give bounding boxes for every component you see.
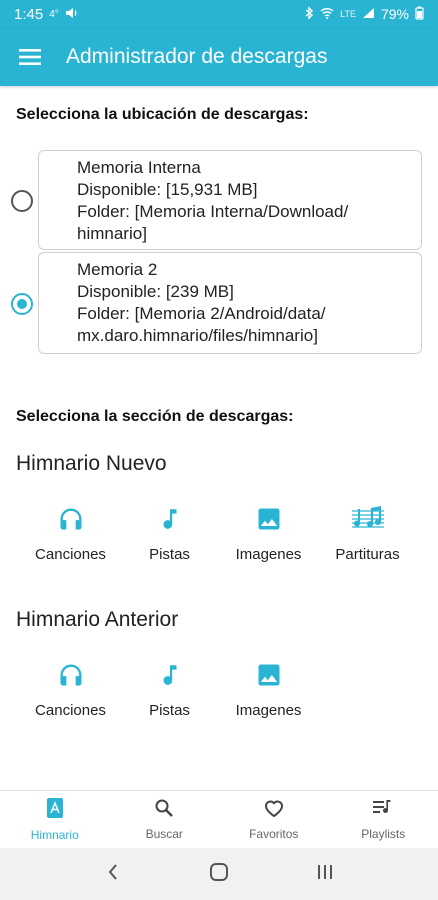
- music-note-icon: [153, 502, 187, 536]
- download-label: Canciones: [35, 546, 106, 563]
- headphones-icon: [54, 658, 88, 692]
- download-label: Imagenes: [235, 702, 302, 719]
- nav-favoritos[interactable]: Favoritos: [219, 791, 329, 848]
- nav-label: Himnario: [30, 828, 79, 842]
- option-folder: Folder: [Memoria Interna/Download/: [77, 202, 349, 221]
- page-title: Administrador de descargas: [66, 45, 328, 68]
- download-label: Pistas: [149, 702, 190, 719]
- hamburger-menu-icon[interactable]: [18, 45, 42, 69]
- recent-apps-button[interactable]: [305, 859, 345, 889]
- location-section-label: Selecciona la ubicación de descargas:: [16, 106, 309, 123]
- download-label: Partituras: [335, 546, 400, 563]
- download-label: Imagenes: [235, 546, 302, 563]
- signal-icon: [362, 6, 375, 22]
- option-name: Memoria 2: [77, 260, 158, 279]
- option-folder-cont: himnario]: [77, 224, 147, 243]
- radio-memory-2[interactable]: [11, 293, 33, 315]
- option-folder: Folder: [Memoria 2/Android/data/: [77, 304, 326, 323]
- download-pistas-anterior[interactable]: Pistas: [120, 658, 219, 719]
- app-bar: Administrador de descargas: [0, 28, 438, 86]
- option-name: Memoria Interna: [77, 158, 201, 177]
- back-button[interactable]: [93, 859, 133, 889]
- nav-label: Playlists: [361, 827, 406, 841]
- nav-label: Buscar: [145, 827, 183, 841]
- home-square-icon: [209, 862, 229, 887]
- option-available: Disponible: [15,931 MB]: [77, 180, 258, 199]
- status-time: 1:45: [14, 5, 44, 23]
- download-partituras-nuevo[interactable]: Partituras: [318, 502, 417, 563]
- option-folder-cont: mx.daro.himnario/files/himnario]: [77, 326, 318, 345]
- bottom-navigation: Himnario Buscar Favoritos Playlists: [0, 790, 438, 848]
- music-note-icon: [153, 658, 187, 692]
- group-title-himnario-anterior: Himnario Anterior: [16, 608, 179, 631]
- download-pistas-nuevo[interactable]: Pistas: [120, 502, 219, 563]
- nav-buscar[interactable]: Buscar: [110, 791, 220, 848]
- playlist-icon: [372, 798, 394, 823]
- download-canciones-anterior[interactable]: Canciones: [21, 658, 120, 719]
- nav-label: Favoritos: [249, 827, 299, 841]
- battery-percent: 79%: [380, 6, 409, 22]
- image-icon: [252, 658, 286, 692]
- nav-himnario[interactable]: Himnario: [0, 791, 110, 848]
- download-row-anterior: Canciones Pistas Imagenes: [0, 658, 438, 719]
- downloads-section-label: Selecciona la sección de descargas:: [16, 408, 294, 425]
- status-bar: 1:45 4° LTE 79%: [0, 0, 438, 28]
- system-navigation-bar: [0, 848, 438, 900]
- download-canciones-nuevo[interactable]: Canciones: [21, 502, 120, 563]
- radio-internal-memory[interactable]: [11, 190, 33, 212]
- status-temperature: 4°: [49, 8, 59, 20]
- download-label: Canciones: [35, 702, 106, 719]
- signal-type: LTE: [340, 9, 356, 19]
- bluetooth-icon: [304, 5, 314, 23]
- image-icon: [252, 502, 286, 536]
- recent-apps-icon: [316, 863, 334, 886]
- wifi-icon: [320, 6, 334, 22]
- location-option-internal[interactable]: Memoria Interna Disponible: [15,931 MB] …: [11, 150, 422, 250]
- sheet-music-icon: [351, 502, 385, 536]
- volume-icon: [65, 6, 79, 23]
- chevron-left-icon: [107, 863, 119, 886]
- search-icon: [154, 798, 174, 823]
- download-imagenes-anterior[interactable]: Imagenes: [219, 658, 318, 719]
- home-button[interactable]: [199, 859, 239, 889]
- option-available: Disponible: [239 MB]: [77, 282, 234, 301]
- book-icon: [45, 797, 65, 824]
- heart-icon: [263, 798, 285, 823]
- location-option-memory2[interactable]: Memoria 2 Disponible: [239 MB] Folder: […: [11, 252, 422, 354]
- nav-playlists[interactable]: Playlists: [329, 791, 438, 848]
- download-imagenes-nuevo[interactable]: Imagenes: [219, 502, 318, 563]
- group-title-himnario-nuevo: Himnario Nuevo: [16, 452, 167, 475]
- battery-icon: [415, 6, 424, 23]
- headphones-icon: [54, 502, 88, 536]
- download-label: Pistas: [149, 546, 190, 563]
- download-row-nuevo: Canciones Pistas Imagenes Partituras: [0, 502, 438, 563]
